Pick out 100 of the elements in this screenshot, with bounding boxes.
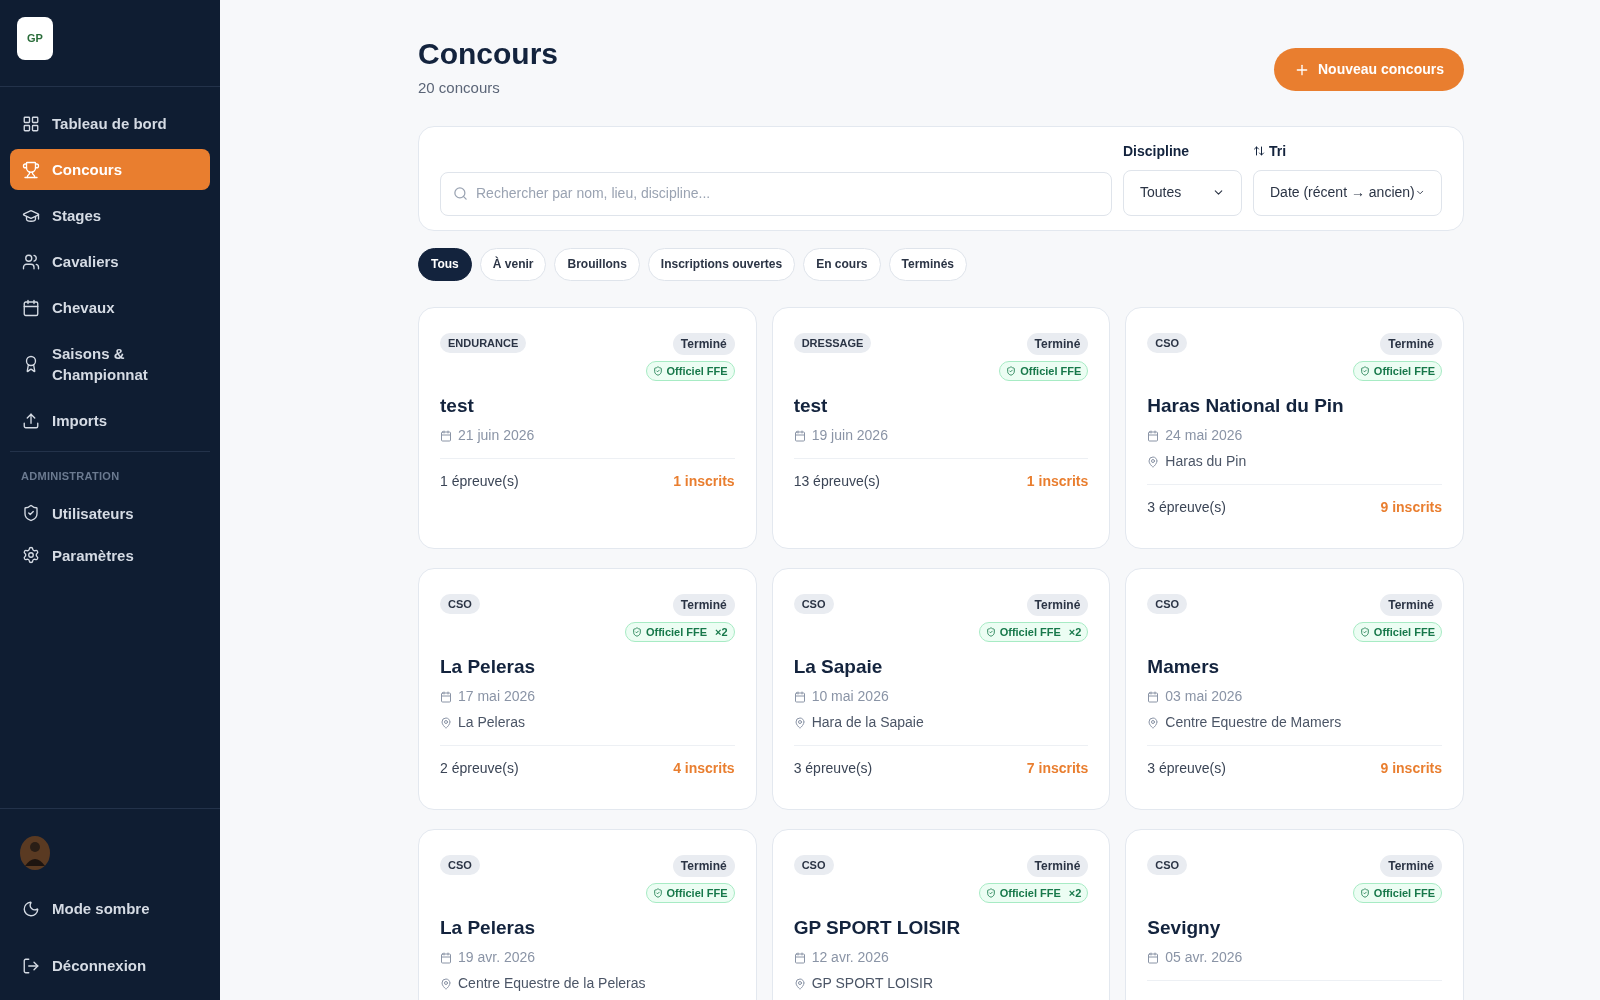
contest-card[interactable]: DRESSAGE Terminé Officiel FFE test 19 juin 2026 13 épreuve(s) 1 inscrits [771,306,1111,549]
contest-title: GP SPORT LOISIR [793,916,962,940]
contest-card[interactable]: CSO Terminé Officiel FFE La Peleras 19 avr. 2026 Centre Equestre de la Peleras [418,828,757,1000]
nav-item[interactable]: Imports [10,400,210,441]
contest-card[interactable]: CSO Terminé Officiel FFE ×2 La Peleras 17 mai 2026 La Peleras 2 épreuve(s) 4 inscrits [418,567,757,810]
contest-location: Centre Equestre de la Peleras [458,974,646,993]
status-tab[interactable]: En cours [803,247,881,281]
official-tag: Officiel FFE ×2 [978,621,1089,642]
contest-date: 10 mai 2026 [811,687,889,706]
shield-check-icon [1359,626,1370,637]
contest-location: Hara de la Sapaie [811,713,924,732]
sort-icon [1253,145,1265,157]
contest-date: 19 avr. 2026 [458,948,536,967]
contest-location: La Peleras [458,713,525,732]
status-tab[interactable]: Terminés [888,247,967,281]
calendar-icon [22,298,40,317]
contest-card[interactable]: CSO Terminé Officiel FFE ×2 GP SPORT LOISIR 12 avr. 2026 GP SPORT LOISIR [771,828,1111,1000]
nav-item[interactable]: Utilisateurs [10,492,210,534]
registration-count: 1 inscrits [673,472,735,491]
official-tag: Officiel FFE [1352,360,1442,381]
calendar-icon [1147,429,1160,442]
event-count: 13 épreuve(s) [793,472,881,491]
shield-check-icon [652,365,663,376]
official-tag: Officiel FFE [645,882,735,903]
discipline-select[interactable]: Toutes [1123,169,1242,216]
page-title: Concours [418,36,558,72]
contest-title: Sevigny [1147,916,1222,940]
status-tag: Terminé [1380,854,1442,877]
discipline-tag: CSO [440,854,480,875]
contest-title: Haras National du Pin [1147,394,1345,418]
contest-location: GP SPORT LOISIR [811,974,934,993]
registration-count: 4 inscrits [673,759,735,778]
search-icon [453,186,468,201]
contest-card[interactable]: CSO Terminé Officiel FFE Sevigny 05 avr. 2026 [1125,828,1464,1000]
nav-item[interactable]: Stages [10,195,210,236]
status-tab[interactable]: À venir [479,247,547,281]
status-tab[interactable]: Tous [418,247,472,281]
contest-title: test [793,394,829,418]
discipline-tag: ENDURANCE [440,332,527,353]
event-count: 3 épreuve(s) [793,759,873,778]
nav-item[interactable]: Tableau de bord [10,103,210,144]
status-tag: Terminé [672,332,735,355]
field-label: Tri [1269,141,1287,161]
logo[interactable]: GP [17,17,53,60]
contest-date: 05 avr. 2026 [1165,948,1243,967]
contest-title: test [440,394,475,418]
shield-check-icon [1359,887,1370,898]
pin-icon [440,977,452,990]
discipline-tag: DRESSAGE [793,332,872,353]
discipline-tag: CSO [1147,332,1188,353]
shield-check-icon [985,887,996,898]
registration-count: 9 inscrits [1380,759,1442,778]
contest-title: La Peleras [440,655,537,679]
nav-item[interactable]: Cavaliers [10,241,210,282]
logout-icon [22,956,40,975]
avatar[interactable] [20,836,50,870]
pin-icon [440,716,452,729]
pin-icon [793,716,806,729]
status-tag: Terminé [1380,332,1442,355]
status-tag: Terminé [1026,332,1089,355]
calendar-icon [793,690,806,703]
contest-card[interactable]: ENDURANCE Terminé Officiel FFE test 21 juin 2026 1 épreuve(s) 1 inscrits [418,306,757,549]
trophy-icon [22,160,40,179]
contest-card[interactable]: CSO Terminé Officiel FFE Mamers 03 mai 2026 Centre Equestre de Mamers 3 épreuve(s) 9 inscrits [1125,567,1464,810]
sort-select[interactable]: Date (récent → ancien) [1253,169,1442,216]
contest-card[interactable]: CSO Terminé Officiel FFE ×2 La Sapaie 10 mai 2026 Hara de la Sapaie 3 épreuve(s) 7 inscrits [771,567,1111,810]
moon-icon [22,899,40,918]
event-count: 1 épreuve(s) [440,472,519,491]
discipline-tag: CSO [1147,593,1188,614]
nav-item[interactable]: Saisons & Championnat [10,333,210,395]
people-icon [22,252,40,271]
status-tab[interactable]: Inscriptions ouvertes [647,247,796,281]
pin-icon [1147,455,1160,468]
registration-count: 9 inscrits [1380,498,1442,517]
nav-item[interactable]: Chevaux [10,287,210,328]
field-label: Discipline [1123,141,1191,161]
shield-check-icon [1006,365,1017,376]
status-tag: Terminé [672,854,735,877]
contest-date: 17 mai 2026 [458,687,536,706]
calendar-icon [1147,951,1160,964]
shield-check-icon [22,504,40,522]
discipline-tag: CSO [793,593,834,614]
nav-item[interactable]: Déconnexion [10,945,210,986]
shield-check-icon [1359,365,1370,376]
contest-title: La Sapaie [793,655,884,679]
event-count: 3 épreuve(s) [1147,759,1226,778]
status-tag: Terminé [672,593,735,616]
status-tag: Terminé [1026,854,1089,877]
contest-date: 21 juin 2026 [458,426,535,445]
nav-item[interactable]: Mode sombre [10,888,210,929]
contest-date: 03 mai 2026 [1165,687,1243,706]
status-tab[interactable]: Brouillons [554,247,640,281]
shield-check-icon [652,887,663,898]
nav-item[interactable]: Paramètres [10,534,210,576]
calendar-icon [440,429,452,442]
official-tag: Officiel FFE ×2 [625,621,735,642]
status-tag: Terminé [1026,593,1089,616]
grid-icon [22,114,40,133]
contest-card[interactable]: CSO Terminé Officiel FFE Haras National du Pin 24 mai 2026 Haras du Pin 3 épreuve(s) 9 inscrits [1125,306,1464,549]
official-tag: Officiel FFE ×2 [978,882,1089,903]
